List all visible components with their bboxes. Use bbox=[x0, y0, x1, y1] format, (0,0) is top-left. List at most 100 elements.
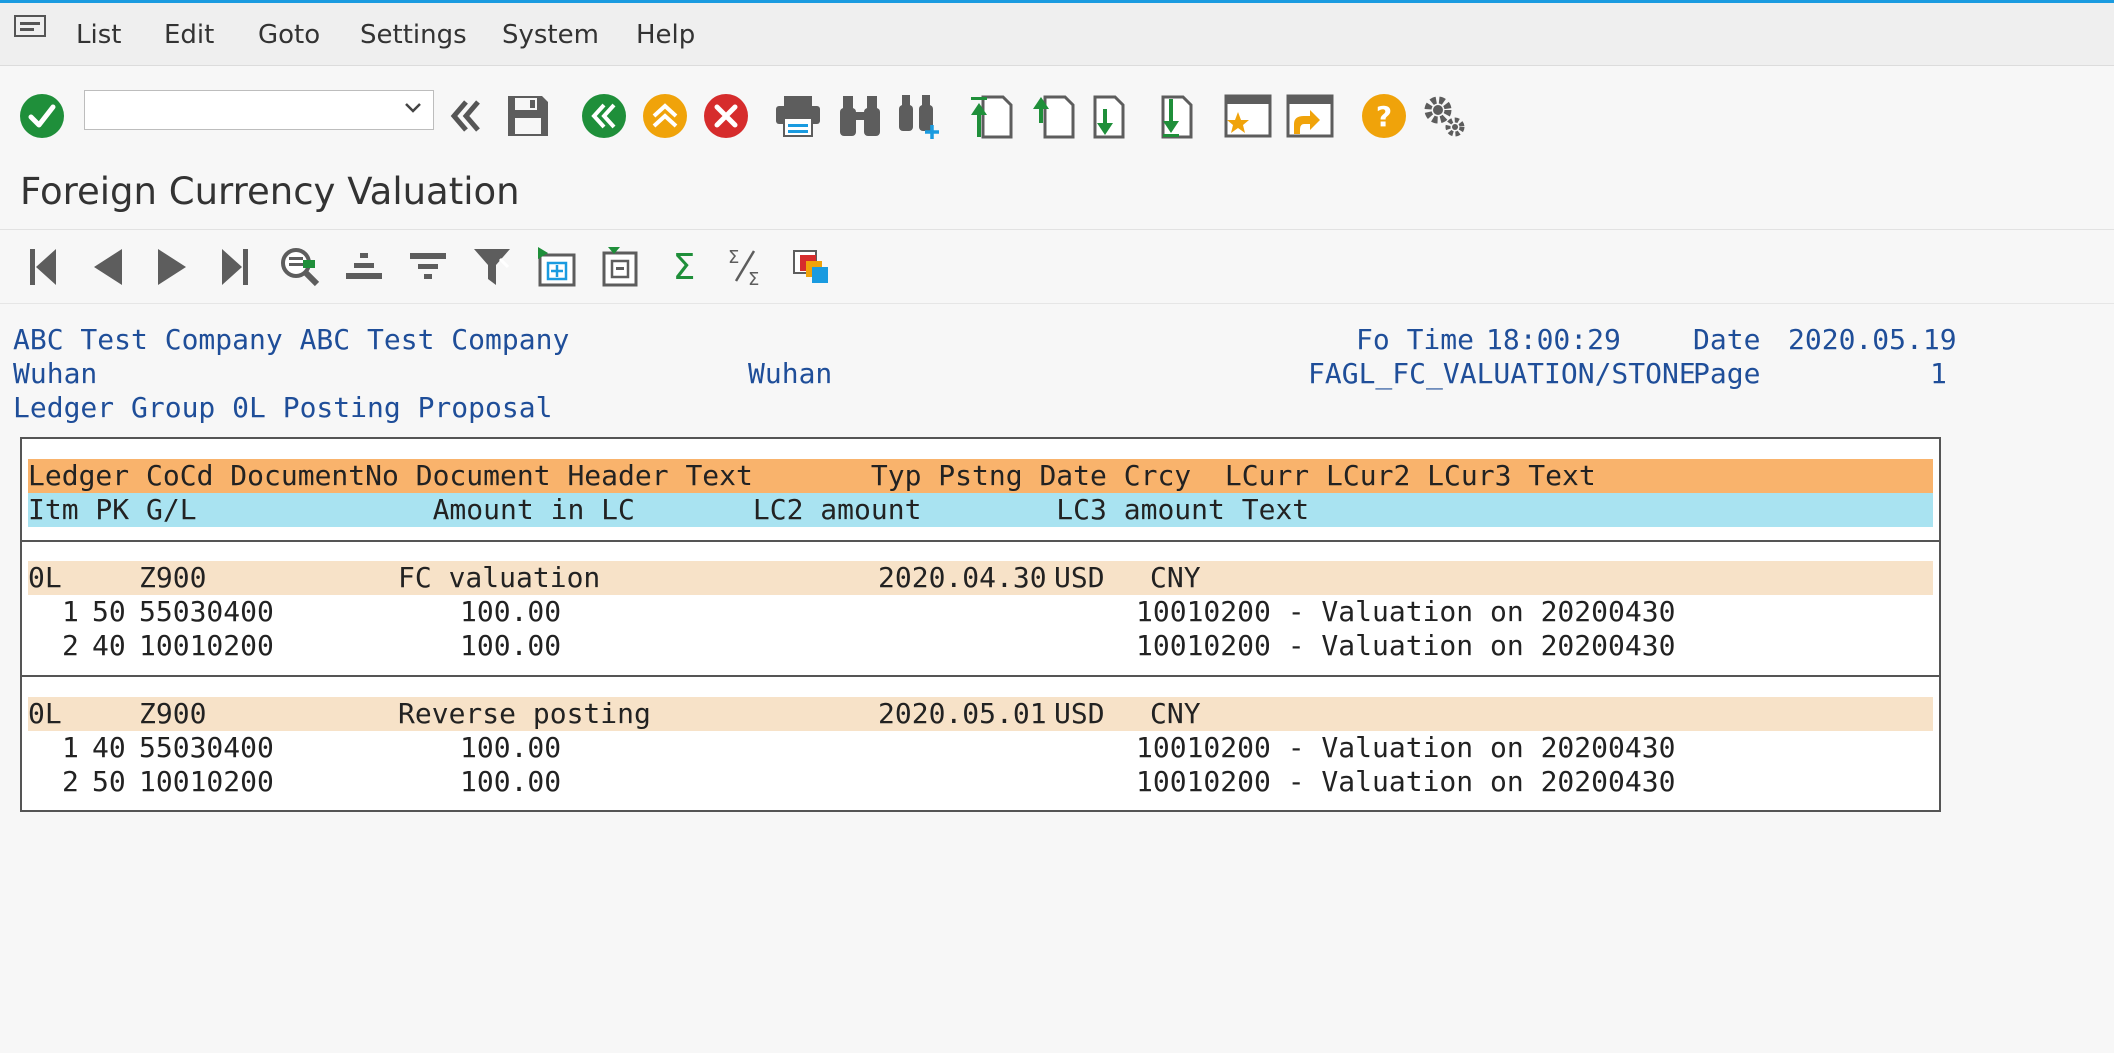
svg-text:Σ: Σ bbox=[728, 247, 739, 268]
doc-cocd: Z900 bbox=[139, 697, 207, 730]
next-page-icon[interactable] bbox=[1090, 92, 1138, 140]
doc-currency: USD bbox=[1054, 561, 1105, 594]
city-left: Wuhan bbox=[13, 357, 98, 390]
header-divider bbox=[22, 540, 1939, 542]
item-amount: 100.00 bbox=[460, 765, 562, 798]
svg-text:?: ? bbox=[1376, 100, 1392, 133]
item-header-row: Itm PK G/L Amount in LC LC2 amount LC3 a… bbox=[28, 493, 1933, 527]
time-value: 18:00:29 bbox=[1486, 323, 1621, 356]
column-header-text: Ledger CoCd DocumentNo Document Header T… bbox=[28, 459, 1596, 492]
document-divider bbox=[22, 675, 1939, 677]
date-value: 2020.05.19 bbox=[1788, 323, 1957, 356]
previous-icon[interactable] bbox=[84, 243, 132, 291]
menu-help[interactable]: Help bbox=[636, 20, 695, 50]
save-icon[interactable] bbox=[504, 92, 552, 140]
page-label: Page bbox=[1693, 357, 1761, 390]
find-next-icon[interactable] bbox=[896, 92, 944, 140]
date-label: Date bbox=[1693, 323, 1761, 356]
chevron-down-icon[interactable] bbox=[403, 101, 423, 115]
item-text: 10010200 - Valuation on 20200430 bbox=[1136, 765, 1676, 798]
doc-ledger: 0L bbox=[28, 561, 62, 594]
back-icon[interactable] bbox=[580, 92, 628, 140]
sum-glyph: Σ bbox=[672, 246, 696, 288]
cancel-icon[interactable] bbox=[702, 92, 750, 140]
last-icon[interactable] bbox=[210, 243, 258, 291]
sort-descending-icon[interactable] bbox=[404, 243, 452, 291]
item-number: 2 bbox=[62, 765, 79, 798]
doc-local-currency: CNY bbox=[1150, 561, 1201, 594]
standard-toolbar: ? bbox=[0, 66, 2114, 166]
item-row[interactable]: 1 40 55030400 100.00 10010200 - Valuatio… bbox=[28, 731, 1933, 765]
shortcut-icon[interactable] bbox=[1286, 92, 1334, 140]
item-row[interactable]: 2 40 10010200 100.00 10010200 - Valuatio… bbox=[28, 629, 1933, 663]
enter-icon[interactable] bbox=[18, 92, 66, 140]
last-page-icon[interactable] bbox=[1152, 92, 1200, 140]
doc-posting-date: 2020.04.30 bbox=[878, 561, 1047, 594]
new-session-icon[interactable] bbox=[1224, 92, 1272, 140]
menu-goto[interactable]: Goto bbox=[258, 20, 320, 50]
menu-system-label: System bbox=[502, 20, 599, 50]
column-header-row: Ledger CoCd DocumentNo Document Header T… bbox=[28, 459, 1933, 493]
menu-list[interactable]: List bbox=[76, 20, 121, 50]
doc-currency: USD bbox=[1054, 697, 1105, 730]
item-row[interactable]: 1 50 55030400 100.00 10010200 - Valuatio… bbox=[28, 595, 1933, 629]
print-icon[interactable] bbox=[774, 92, 822, 140]
item-amount: 100.00 bbox=[460, 731, 562, 764]
item-gl-account: 55030400 bbox=[139, 595, 274, 628]
alv-toolbar-divider bbox=[0, 303, 2114, 304]
menu-system[interactable]: System bbox=[502, 20, 599, 50]
command-field[interactable] bbox=[84, 90, 434, 130]
back-double-icon[interactable] bbox=[442, 92, 490, 140]
sort-ascending-icon[interactable] bbox=[340, 243, 388, 291]
menu-edit[interactable]: Edit bbox=[164, 20, 214, 50]
next-icon[interactable] bbox=[148, 243, 196, 291]
subtotal-icon[interactable]: ΣΣ bbox=[724, 243, 772, 291]
page-title: Foreign Currency Valuation bbox=[20, 170, 520, 213]
report-list: Ledger CoCd DocumentNo Document Header T… bbox=[20, 437, 1941, 812]
color-layout-icon[interactable] bbox=[788, 243, 836, 291]
first-page-icon[interactable] bbox=[968, 92, 1016, 140]
doc-ledger: 0L bbox=[28, 697, 62, 730]
ledger-group-line: Ledger Group 0L Posting Proposal bbox=[13, 391, 553, 424]
sum-icon[interactable]: Σ bbox=[660, 243, 708, 291]
item-posting-key: 50 bbox=[92, 765, 126, 798]
first-icon[interactable] bbox=[20, 243, 68, 291]
layout-icon[interactable] bbox=[596, 243, 644, 291]
item-posting-key: 40 bbox=[92, 731, 126, 764]
doc-posting-date: 2020.05.01 bbox=[878, 697, 1047, 730]
item-number: 1 bbox=[62, 595, 79, 628]
doc-header-text: FC valuation bbox=[398, 561, 601, 594]
menu-bar: List Edit Goto Settings System Help bbox=[0, 3, 2114, 66]
item-row[interactable]: 2 50 10010200 100.00 10010200 - Valuatio… bbox=[28, 765, 1933, 799]
item-number: 2 bbox=[62, 629, 79, 662]
details-icon[interactable] bbox=[276, 243, 324, 291]
title-divider bbox=[0, 229, 2114, 230]
item-text: 10010200 - Valuation on 20200430 bbox=[1136, 731, 1676, 764]
previous-page-icon[interactable] bbox=[1030, 92, 1078, 140]
document-row[interactable]: 0L Z900 Reverse posting 2020.05.01 USD C… bbox=[28, 697, 1933, 731]
company-line: ABC Test Company ABC Test Company bbox=[13, 323, 570, 356]
exit-icon[interactable] bbox=[641, 92, 689, 140]
item-text: 10010200 - Valuation on 20200430 bbox=[1136, 629, 1676, 662]
svg-text:Σ: Σ bbox=[748, 269, 759, 289]
item-gl-account: 10010200 bbox=[139, 629, 274, 662]
document-row[interactable]: 0L Z900 FC valuation 2020.04.30 USD CNY bbox=[28, 561, 1933, 595]
item-posting-key: 50 bbox=[92, 595, 126, 628]
menu-icon[interactable] bbox=[14, 15, 48, 41]
doc-header-text: Reverse posting bbox=[398, 697, 651, 730]
city-mid: Wuhan bbox=[748, 357, 833, 390]
menu-help-label: Help bbox=[636, 20, 696, 50]
export-icon[interactable] bbox=[532, 243, 580, 291]
find-icon[interactable] bbox=[836, 92, 884, 140]
program-name: FAGL_FC_VALUATION/STONE bbox=[1308, 357, 1696, 390]
item-text: 10010200 - Valuation on 20200430 bbox=[1136, 595, 1676, 628]
doc-cocd: Z900 bbox=[139, 561, 207, 594]
item-amount: 100.00 bbox=[460, 595, 562, 628]
menu-settings[interactable]: Settings bbox=[360, 20, 467, 50]
item-posting-key: 40 bbox=[92, 629, 126, 662]
item-gl-account: 55030400 bbox=[139, 731, 274, 764]
customize-icon[interactable] bbox=[1420, 92, 1468, 140]
help-icon[interactable]: ? bbox=[1360, 92, 1408, 140]
filter-icon[interactable] bbox=[468, 243, 516, 291]
alv-toolbar: Σ ΣΣ bbox=[0, 235, 2114, 301]
